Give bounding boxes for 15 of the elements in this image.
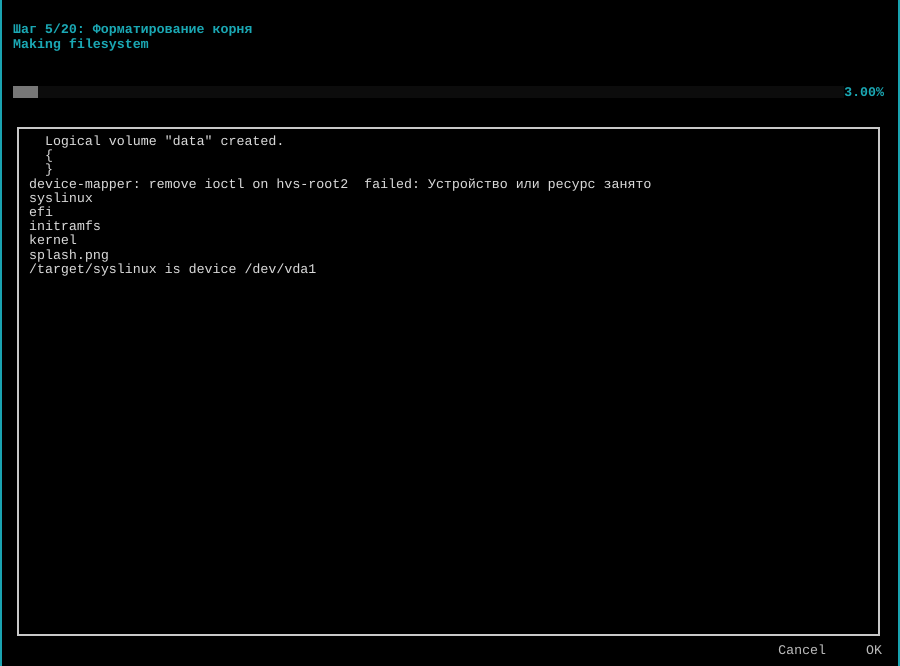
log-line: } — [44, 163, 54, 178]
dialog-button[interactable]: Cancel — [778, 643, 826, 658]
dialog-button[interactable]: OK — [866, 643, 882, 658]
log-line: kernel — [29, 234, 78, 249]
step-title: Шаг 5/20: Форматирование корня — [13, 22, 254, 37]
log-line: efi — [29, 206, 53, 220]
log-line: splash.png — [29, 248, 110, 263]
log-line: { — [44, 149, 54, 164]
log-line: Logical volume "data" created. — [44, 135, 286, 149]
log-line: initramfs — [29, 220, 102, 234]
status-text: Making filesystem — [13, 37, 150, 52]
progress-percent: 3.00% — [844, 84, 884, 100]
log-line: syslinux — [29, 192, 93, 206]
log-line: device-mapper: remove ioctl on hvs-root2 failed: Устройство или ресурс занято — [29, 178, 652, 192]
log-line: /target/syslinux is device /dev/vda1 — [29, 262, 318, 278]
